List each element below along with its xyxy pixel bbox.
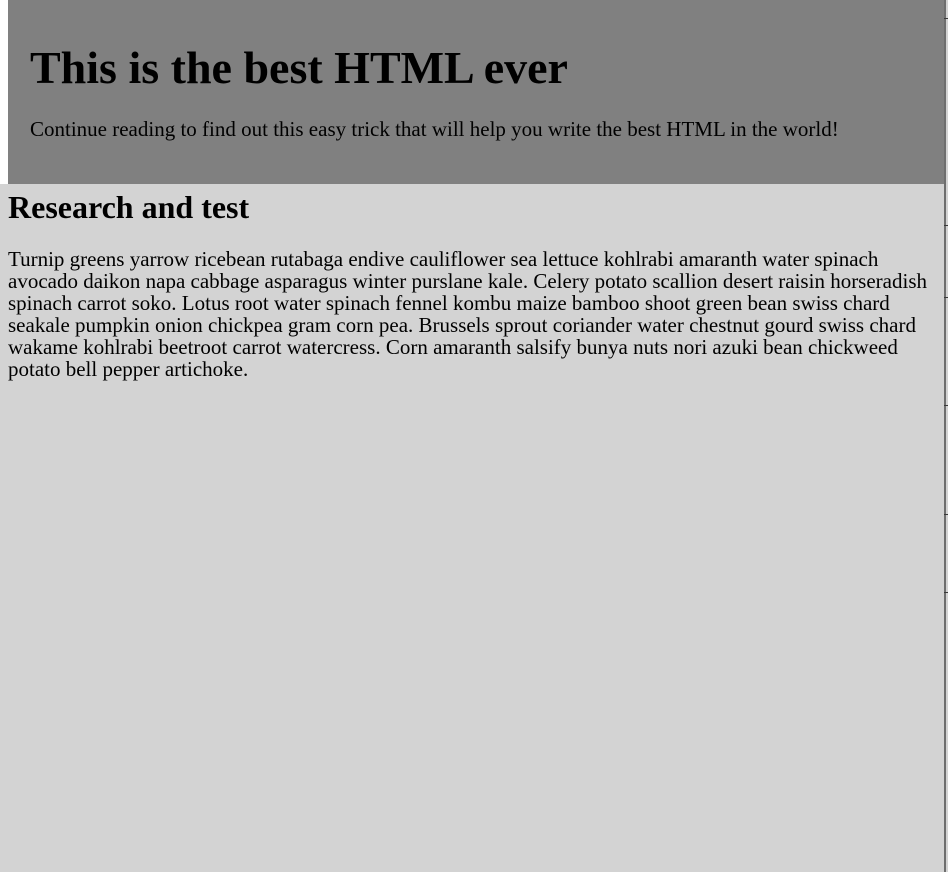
hero-subtitle: Continue reading to find out this easy t…: [30, 117, 839, 141]
left-margin-strip: [0, 0, 8, 184]
window-edge-tick: [944, 18, 948, 19]
section-body: Turnip greens yarrow ricebean rutabaga e…: [8, 247, 927, 381]
hero-title: This is the best HTML ever: [30, 42, 568, 93]
hero-banner: This is the best HTML ever Continue read…: [8, 0, 946, 184]
page: This is the best HTML ever Continue read…: [0, 0, 948, 872]
window-edge-tick: [944, 592, 948, 593]
window-edge: [944, 0, 946, 872]
window-edge-tick: [944, 405, 948, 406]
window-edge-tick: [944, 225, 948, 226]
window-edge-tick: [944, 297, 948, 298]
section-title: Research and test: [8, 189, 250, 225]
window-edge-tick: [944, 514, 948, 515]
